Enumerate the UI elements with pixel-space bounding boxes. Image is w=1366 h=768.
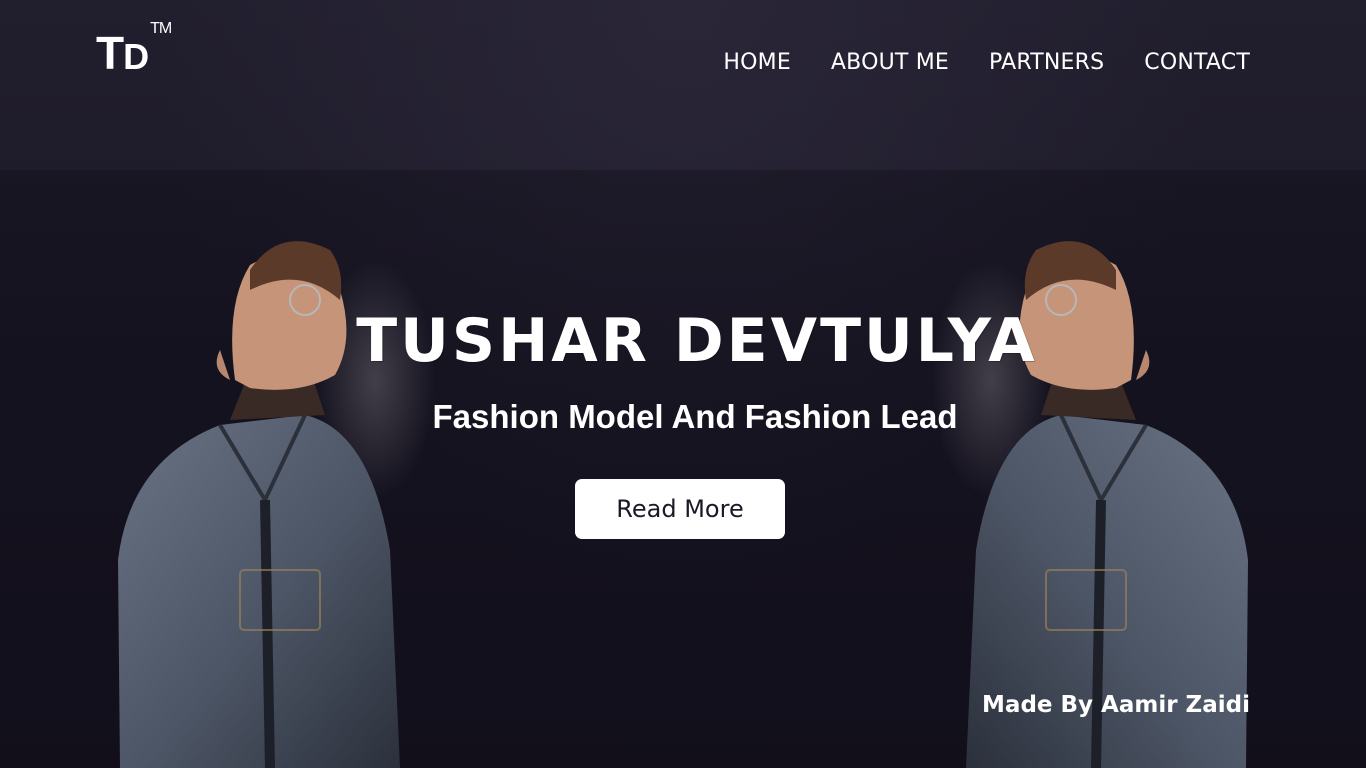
brand-logo[interactable]: TDTM	[96, 20, 172, 79]
logo-letter-d: D	[123, 36, 149, 77]
read-more-button[interactable]: Read More	[575, 479, 785, 539]
nav-partners[interactable]: PARTNERS	[989, 50, 1104, 75]
hero-background	[0, 0, 1366, 768]
hero-subtitle: Fashion Model And Fashion Lead	[432, 398, 958, 435]
nav-home[interactable]: HOME	[723, 50, 791, 75]
main-nav: HOME ABOUT ME PARTNERS CONTACT	[723, 50, 1250, 75]
logo-letter-t: T	[96, 27, 124, 79]
hero-title: TUSHAR DEVTULYA	[356, 306, 1038, 376]
trademark-mark: TM	[150, 19, 172, 37]
nav-about-me[interactable]: ABOUT ME	[831, 50, 949, 75]
nav-contact[interactable]: CONTACT	[1144, 50, 1250, 75]
author-credit: Made By Aamir Zaidi	[982, 692, 1250, 718]
